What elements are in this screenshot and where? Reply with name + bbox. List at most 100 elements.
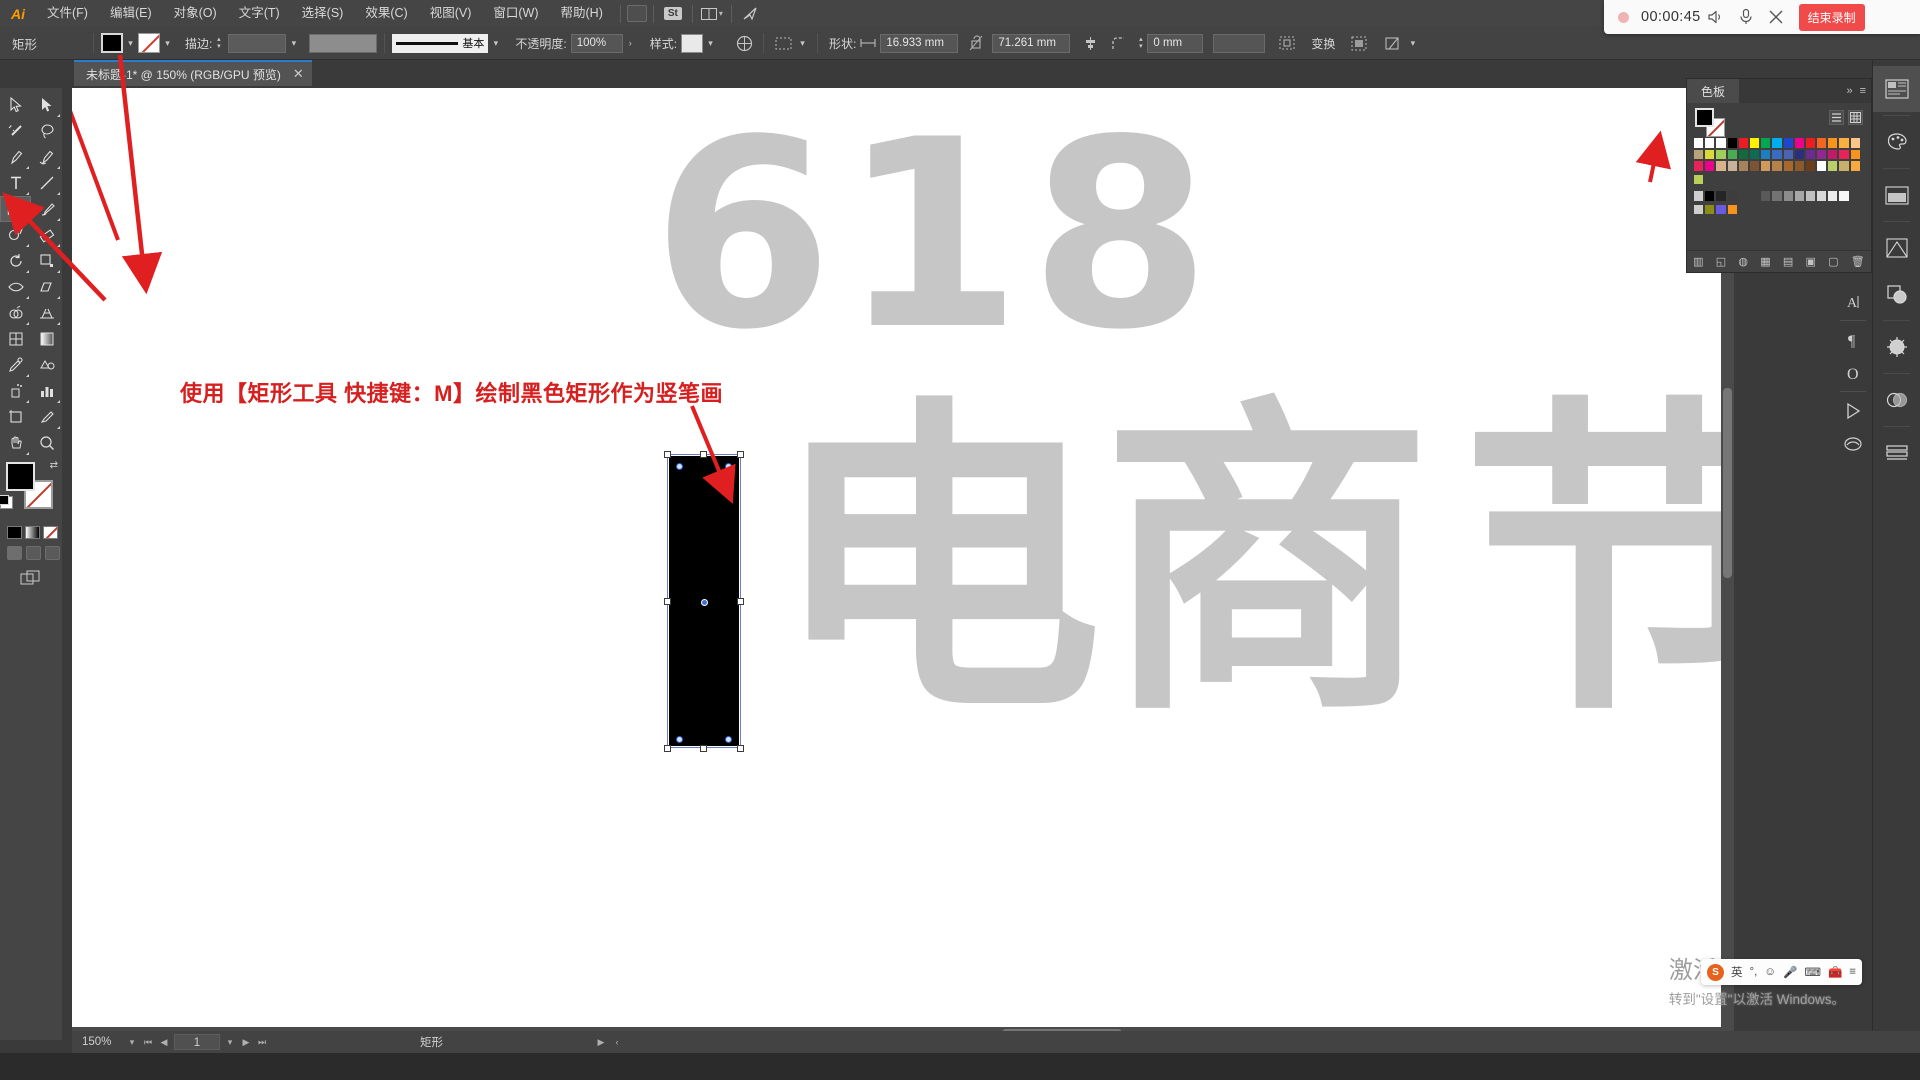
transparency-panel-icon[interactable] (1873, 324, 1920, 370)
swatch[interactable] (1748, 137, 1761, 149)
panel-menu-icon[interactable]: ≡ (1860, 85, 1866, 97)
properties-panel-icon[interactable] (1873, 66, 1920, 112)
swatch[interactable] (1771, 148, 1783, 160)
fill-chevron-down-icon[interactable]: ▾ (123, 33, 138, 53)
swatch[interactable] (1816, 160, 1828, 172)
new-swatch-icon[interactable]: ▢ (1828, 255, 1838, 268)
stroke-color-swatch[interactable] (138, 33, 160, 53)
swatch[interactable] (1849, 148, 1861, 160)
play-icon[interactable]: ▶ (593, 1037, 609, 1048)
stroke-weight-stepper[interactable]: ▴ ▾ (212, 33, 225, 53)
handle-top-center[interactable] (700, 451, 707, 458)
handle-top-left[interactable] (664, 451, 671, 458)
swatch[interactable] (1816, 148, 1828, 160)
swatch[interactable] (1726, 137, 1738, 149)
swatch[interactable] (1849, 137, 1861, 149)
align-objects-icon[interactable] (1347, 32, 1371, 54)
handle-middle-right[interactable] (737, 598, 744, 605)
swatch[interactable] (1726, 190, 1738, 202)
share-icon[interactable] (738, 4, 764, 24)
actions-panel-icon[interactable] (1834, 394, 1872, 427)
pathfinder-panel-icon[interactable] (1873, 271, 1920, 317)
document-setup-icon[interactable] (1381, 32, 1405, 54)
swatch[interactable] (1804, 190, 1817, 202)
swatch[interactable] (1715, 137, 1727, 149)
swatch[interactable] (1693, 190, 1705, 202)
ime-voice-input-icon[interactable]: 🎤 (1783, 965, 1797, 979)
swatch[interactable] (1804, 137, 1817, 149)
swatch[interactable] (1827, 137, 1839, 149)
swatch[interactable] (1693, 203, 1705, 215)
swatch[interactable] (1838, 148, 1850, 160)
artboard-tool[interactable] (0, 404, 31, 430)
handle-top-right[interactable] (737, 451, 744, 458)
rectangle-tool[interactable] (0, 196, 31, 222)
swatch[interactable] (1760, 190, 1772, 202)
shape-width-input[interactable]: 16.933 mm (880, 33, 959, 53)
transform-label[interactable]: 变换 (1311, 35, 1335, 52)
handle-bottom-center[interactable] (700, 745, 707, 752)
brush-definition-dropdown[interactable]: 基本 (392, 33, 489, 53)
menu-window[interactable]: 窗口(W) (482, 0, 549, 27)
default-colors-icon[interactable] (0, 495, 13, 509)
swatch[interactable] (1782, 190, 1794, 202)
swatch[interactable] (1715, 190, 1727, 202)
swatch[interactable] (1693, 137, 1705, 149)
stroke-weight-input[interactable] (228, 33, 287, 53)
magic-wand-tool[interactable] (0, 118, 31, 144)
gradient-tool[interactable] (31, 326, 62, 352)
swatch[interactable] (1771, 160, 1783, 172)
delete-swatch-icon[interactable]: 🗑 (1851, 255, 1865, 268)
grid-view-icon[interactable] (1848, 110, 1863, 125)
list-view-icon[interactable] (1829, 110, 1844, 125)
eyedropper-tool[interactable] (0, 352, 31, 378)
mesh-tool[interactable] (0, 326, 31, 352)
artboard-canvas[interactable]: 618 电 商 节 使用【矩形工具 快捷键：M】绘制黑色矩形作为竖笔画 (72, 88, 1734, 1040)
shape-height-input[interactable]: 71.261 mm (992, 33, 1071, 53)
lasso-tool[interactable] (31, 118, 62, 144)
ime-emoji-icon[interactable]: ☺ (1764, 966, 1776, 978)
swatch[interactable] (1693, 160, 1705, 172)
swatch[interactable] (1737, 160, 1749, 172)
shape-extra-input[interactable] (1213, 33, 1266, 53)
color-mode-button[interactable] (7, 526, 22, 539)
swatch[interactable] (1748, 148, 1761, 160)
anchor-point-top-right[interactable] (725, 463, 732, 470)
stroke-weight-chevron-down-icon[interactable]: ▾ (286, 33, 301, 53)
normal-screen-mode-button[interactable] (7, 546, 22, 560)
fill-color-swatch[interactable] (101, 33, 123, 53)
none-mode-button[interactable] (43, 526, 58, 539)
prev-page-icon[interactable]: ◀ (156, 1037, 172, 1048)
swatch[interactable] (1816, 190, 1828, 202)
tab-swatches[interactable]: 色板 (1687, 79, 1740, 103)
align-center-icon[interactable] (1078, 32, 1102, 54)
swatch[interactable] (1704, 148, 1716, 160)
document-setup-chevron-icon[interactable]: ▾ (1405, 33, 1420, 53)
bridge-icon[interactable] (626, 5, 647, 22)
swatch[interactable] (1838, 137, 1850, 149)
full-screen-menu-mode-button[interactable] (26, 546, 41, 560)
swatch[interactable] (1827, 190, 1839, 202)
swatch[interactable] (1726, 203, 1738, 215)
page-number-input[interactable]: 1 (174, 1034, 220, 1050)
swatch[interactable] (1793, 160, 1805, 172)
menu-view[interactable]: 视图(V) (419, 0, 483, 27)
swatch[interactable] (1771, 190, 1783, 202)
swatch[interactable] (1849, 160, 1861, 172)
selection-tool[interactable] (0, 92, 31, 118)
ime-mode-label[interactable]: 英 (1731, 964, 1743, 980)
handle-bottom-left[interactable] (664, 745, 671, 752)
column-graph-tool[interactable] (31, 378, 62, 404)
stop-recording-button[interactable]: 结束录制 (1798, 3, 1865, 31)
perspective-grid-tool[interactable] (31, 300, 62, 326)
close-icon[interactable]: ✕ (293, 66, 304, 82)
swatch[interactable] (1748, 160, 1761, 172)
swatch[interactable] (1737, 137, 1749, 149)
curvature-tool[interactable] (31, 144, 62, 170)
corner-radius-stepper[interactable]: ▴ ▾ (1134, 33, 1147, 53)
paintbrush-tool[interactable] (31, 196, 62, 222)
layers-panel-icon[interactable] (1873, 430, 1920, 476)
graphic-style-swatch[interactable] (681, 33, 704, 53)
document-tab[interactable]: 未标题-1* @ 150% (RGB/GPU 预览) ✕ (74, 60, 312, 86)
corner-radius-input[interactable]: 0 mm (1147, 33, 1204, 53)
